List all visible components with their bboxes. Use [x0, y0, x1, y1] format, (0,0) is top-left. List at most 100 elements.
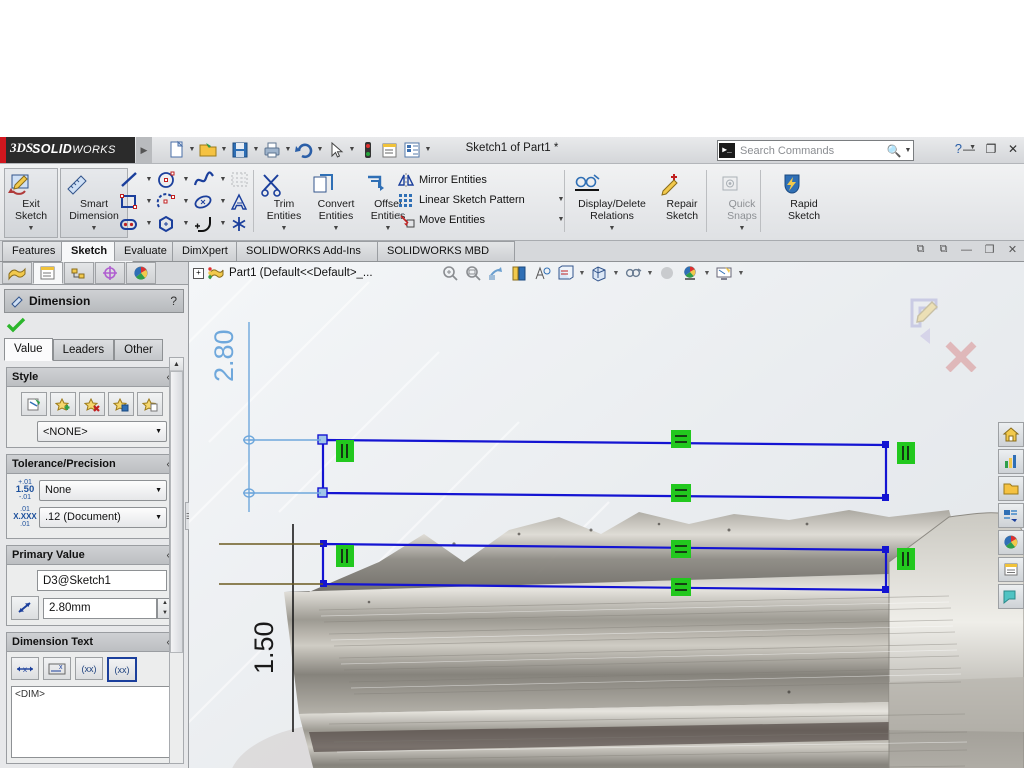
save-style-icon[interactable]	[108, 392, 134, 416]
offset-text-icon[interactable]: x	[43, 657, 71, 680]
apply-style-icon[interactable]	[21, 392, 47, 416]
tolerance-section-header[interactable]: Tolerance/Precision «	[7, 455, 177, 474]
tab-solidworks-mbd[interactable]: SOLIDWORKS MBD	[377, 241, 515, 261]
doc-restore-left-button[interactable]: ⧉	[913, 243, 928, 256]
convert-entities-button[interactable]: Convert Entities ▼	[310, 169, 362, 245]
tab-leaders[interactable]: Leaders	[52, 339, 115, 361]
search-commands-box[interactable]: ▶_ Search Commands 🔍 ▼	[717, 140, 914, 161]
doc-minimize-button[interactable]: —	[959, 243, 974, 256]
view-settings-icon[interactable]	[713, 263, 735, 284]
feature-manager-tab[interactable]	[2, 262, 32, 284]
rectangle-icon[interactable]	[118, 192, 144, 212]
configuration-manager-tab[interactable]	[64, 262, 94, 284]
move-entities-item[interactable]: Move Entities ▼	[396, 210, 566, 230]
line-icon[interactable]	[118, 170, 144, 190]
sketch-overlay[interactable]: 2.80 1.50	[189, 262, 1024, 768]
feature-tree-root[interactable]: + Part1 (Default<<Default>_...	[193, 265, 373, 281]
spline-caret[interactable]: ▼	[218, 169, 228, 191]
doc-restore-right-button[interactable]: ⧉	[936, 243, 951, 256]
minimize-button[interactable]: —	[962, 141, 976, 157]
search-icon[interactable]: 🔍	[885, 144, 903, 158]
repair-sketch-button[interactable]: Repair Sketch	[656, 169, 708, 245]
rapid-sketch-button[interactable]: Rapid Sketch	[778, 169, 830, 245]
graphics-area[interactable]: 2.80 1.50 + Part1 (Default<<Default>_...…	[189, 262, 1024, 768]
design-library-icon[interactable]	[998, 449, 1024, 474]
point-icon[interactable]	[229, 214, 252, 234]
apply-scene-circle-icon[interactable]	[656, 263, 678, 284]
edit-appearance-icon[interactable]	[622, 263, 644, 284]
fillet-caret[interactable]: ▼	[218, 213, 228, 235]
circle-icon[interactable]	[155, 170, 181, 190]
restore-button[interactable]: ❐	[984, 141, 998, 157]
tab-other[interactable]: Other	[114, 339, 163, 361]
line-caret[interactable]: ▼	[144, 169, 154, 191]
doc-close-button[interactable]: ✕	[1005, 243, 1020, 256]
link-value-icon[interactable]	[11, 596, 39, 620]
tolerance-type-caret[interactable]: ▼	[155, 487, 162, 494]
sketch-confirmation-corner[interactable]	[904, 292, 984, 372]
tree-expand-icon[interactable]: +	[193, 267, 204, 279]
property-manager-help-icon[interactable]: ?	[170, 294, 177, 308]
stepper-up-icon[interactable]: ▲	[162, 600, 168, 606]
dimension-name-field[interactable]: D3@Sketch1	[37, 570, 167, 591]
arc-icon[interactable]	[155, 192, 181, 212]
view-settings-caret[interactable]: ▼	[736, 270, 746, 277]
convert-entities-dropdown[interactable]: ▼	[310, 223, 362, 235]
fillet-icon[interactable]	[192, 214, 218, 234]
tab-value[interactable]: Value	[4, 338, 53, 361]
appearances-scenes-icon[interactable]	[998, 530, 1024, 555]
view-palette-icon[interactable]	[998, 503, 1024, 528]
display-delete-relations-button[interactable]: Display/Delete Relations ▼	[570, 169, 654, 245]
doc-maximize-button[interactable]: ❐	[982, 243, 997, 256]
help-icon[interactable]: ?	[955, 141, 962, 156]
arc-caret[interactable]: ▼	[181, 191, 191, 213]
ellipse-caret[interactable]: ▼	[218, 191, 228, 213]
zoom-to-area-icon[interactable]	[462, 263, 484, 284]
edit-appearance-caret[interactable]: ▼	[645, 270, 655, 277]
file-explorer-icon[interactable]	[998, 476, 1024, 501]
dimension-text-header[interactable]: Dimension Text «	[7, 633, 177, 652]
trim-entities-button[interactable]: Trim Entities ▼	[258, 169, 310, 245]
display-delete-relations-dropdown[interactable]: ▼	[570, 223, 654, 235]
apply-scene-icon[interactable]	[679, 263, 701, 284]
circle-caret[interactable]: ▼	[181, 169, 191, 191]
tab-solidworks-add-ins[interactable]: SOLIDWORKS Add-Ins	[236, 241, 396, 261]
dimension-value-field[interactable]: 2.80mm	[43, 597, 157, 619]
ellipse-icon[interactable]	[192, 192, 218, 212]
delete-style-icon[interactable]	[79, 392, 105, 416]
style-section-header[interactable]: Style «	[7, 368, 177, 387]
precision-select[interactable]: .12 (Document) ▼	[39, 506, 167, 528]
trim-entities-dropdown[interactable]: ▼	[258, 223, 310, 235]
polygon-icon[interactable]	[155, 214, 181, 234]
tolerance-type-select[interactable]: None ▼	[39, 479, 167, 501]
display-style-icon[interactable]	[554, 263, 576, 284]
add-style-icon[interactable]	[50, 392, 76, 416]
linear-sketch-pattern-item[interactable]: Linear Sketch Pattern ▼	[396, 190, 566, 210]
display-manager-tab[interactable]	[95, 262, 125, 284]
precision-caret[interactable]: ▼	[155, 514, 162, 521]
mirror-entities-item[interactable]: Mirror Entities	[396, 170, 566, 190]
scroll-thumb[interactable]	[170, 371, 183, 653]
rectangle-caret[interactable]: ▼	[144, 191, 154, 213]
exit-sketch-dropdown[interactable]: ▼	[5, 223, 57, 235]
display-style-caret[interactable]: ▼	[577, 270, 587, 277]
style-select-caret[interactable]: ▼	[155, 428, 162, 435]
stepper-down-icon[interactable]: ▼	[162, 610, 168, 616]
property-manager-tab[interactable]	[33, 262, 63, 284]
view-orientation-icon[interactable]	[531, 263, 553, 284]
boxed-xx-icon[interactable]: (xx)	[107, 657, 137, 682]
style-select[interactable]: <NONE> ▼	[37, 421, 167, 442]
previous-view-icon[interactable]	[485, 263, 507, 284]
scroll-up-arrow[interactable]: ▲	[170, 358, 183, 371]
zoom-to-fit-icon[interactable]	[439, 263, 461, 284]
close-button[interactable]: ✕	[1006, 141, 1020, 157]
text-icon[interactable]	[229, 192, 252, 212]
load-style-icon[interactable]	[137, 392, 163, 416]
search-input[interactable]: Search Commands	[735, 145, 885, 157]
search-caret[interactable]: ▼	[903, 147, 913, 154]
custom-properties-icon[interactable]	[998, 557, 1024, 582]
exit-sketch-button[interactable]: Exit Sketch ▼	[4, 168, 58, 238]
center-text-icon[interactable]: x	[11, 657, 39, 680]
slot-caret[interactable]: ▼	[144, 213, 154, 235]
primary-value-header[interactable]: Primary Value «	[7, 546, 177, 565]
